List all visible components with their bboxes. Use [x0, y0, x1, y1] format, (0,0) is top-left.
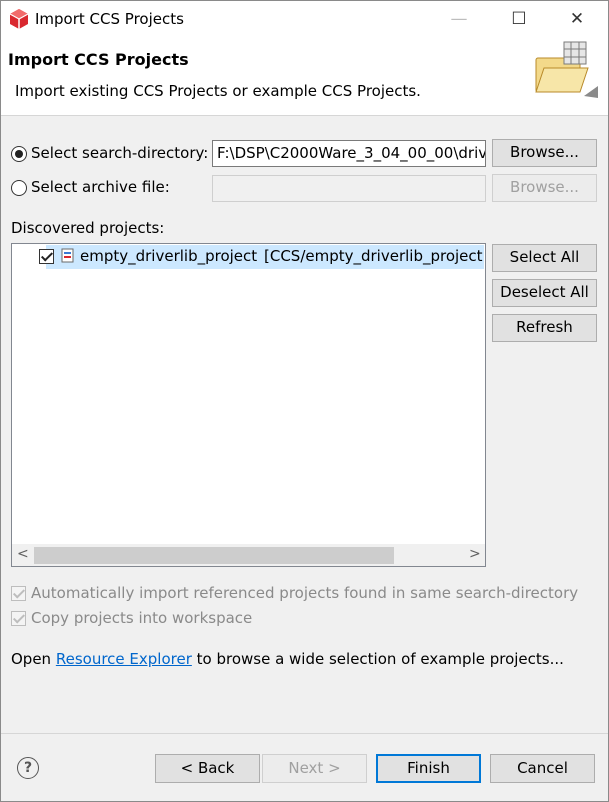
project-path: [CCS/empty_driverlib_project. [264, 247, 484, 265]
search-directory-radio[interactable] [11, 146, 27, 162]
scrollbar-thumb[interactable] [34, 547, 394, 564]
discovered-projects-label: Discovered projects: [11, 219, 165, 237]
next-button[interactable]: Next > [262, 754, 367, 783]
archive-file-label: Select archive file: [31, 178, 170, 196]
wizard-header: Import CCS Projects Import existing CCS … [0, 38, 609, 116]
back-button[interactable]: < Back [155, 754, 260, 783]
copy-projects-checkbox[interactable] [11, 611, 26, 626]
scroll-right-icon[interactable]: > [469, 546, 481, 562]
scroll-left-icon[interactable]: < [17, 546, 29, 562]
window-title: Import CCS Projects [35, 10, 184, 28]
help-icon[interactable]: ? [17, 757, 39, 779]
info-suffix: to browse a wide selection of example pr… [191, 650, 564, 668]
auto-import-label: Automatically import referenced projects… [31, 584, 579, 602]
app-icon [9, 8, 29, 30]
page-title: Import CCS Projects [8, 50, 189, 69]
resource-explorer-info: Open Resource Explorer to browse a wide … [11, 650, 564, 668]
close-button[interactable]: ✕ [555, 0, 599, 38]
copy-projects-label: Copy projects into workspace [31, 609, 253, 627]
cancel-button[interactable]: Cancel [490, 754, 595, 783]
deselect-all-button[interactable]: Deselect All [492, 279, 597, 307]
search-directory-label: Select search-directory: [31, 144, 209, 162]
project-icon [61, 248, 75, 264]
archive-file-radio[interactable] [11, 180, 27, 196]
archive-file-input[interactable] [212, 175, 486, 202]
browse-directory-button[interactable]: Browse... [492, 139, 597, 167]
page-description: Import existing CCS Projects or example … [15, 82, 421, 100]
refresh-button[interactable]: Refresh [492, 314, 597, 342]
minimize-button[interactable]: — [437, 0, 481, 38]
projects-list[interactable] [11, 243, 486, 567]
resource-explorer-link[interactable]: Resource Explorer [56, 650, 192, 668]
project-name: empty_driverlib_project [80, 247, 258, 265]
maximize-button[interactable]: ☐ [497, 0, 541, 38]
select-all-button[interactable]: Select All [492, 244, 597, 272]
footer-separator [1, 733, 608, 734]
import-folder-icon [530, 40, 602, 102]
browse-archive-button[interactable]: Browse... [492, 174, 597, 202]
info-prefix: Open [11, 650, 56, 668]
search-directory-input[interactable]: F:\DSP\C2000Ware_3_04_00_00\drive [212, 140, 486, 167]
auto-import-checkbox[interactable] [11, 586, 26, 601]
project-checkbox[interactable] [39, 249, 54, 264]
finish-button[interactable]: Finish [376, 754, 481, 783]
title-bar[interactable]: Import CCS Projects — ☐ ✕ [0, 0, 609, 38]
